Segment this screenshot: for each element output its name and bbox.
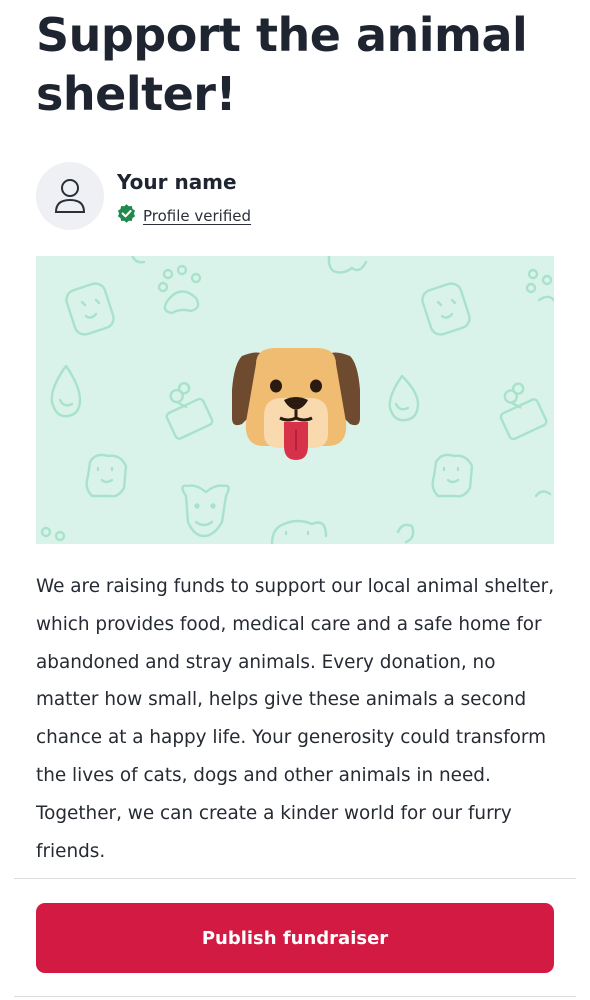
fundraiser-description: We are raising funds to support our loca…	[36, 576, 555, 862]
hero-image	[36, 256, 554, 544]
user-icon	[36, 162, 104, 230]
dog-face-icon	[232, 348, 360, 460]
verified-status: Profile verified	[117, 204, 251, 227]
page-title: Support the animal shelter!	[36, 8, 528, 121]
organizer-info: Your name Profile verified	[36, 162, 556, 234]
profile-verified-link[interactable]: Profile verified	[143, 207, 251, 225]
organizer-name: Your name	[117, 170, 237, 194]
publish-fundraiser-button[interactable]: Publish fundraiser	[36, 903, 554, 973]
check-badge-icon	[117, 204, 136, 227]
divider	[14, 996, 576, 997]
divider	[14, 878, 576, 879]
